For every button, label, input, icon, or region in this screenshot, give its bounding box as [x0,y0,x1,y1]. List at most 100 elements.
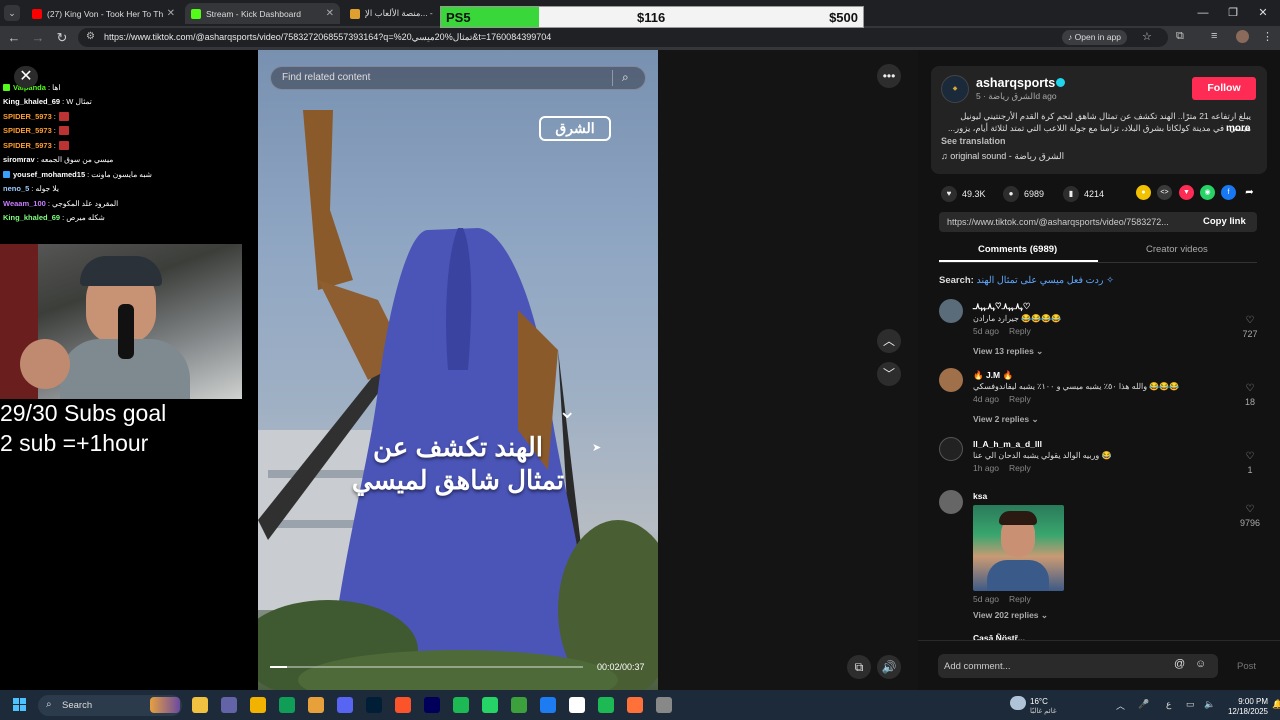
reload-icon[interactable]: ↻ [54,30,70,46]
tab-creator-videos[interactable]: Creator videos [1146,244,1208,255]
open-in-app-button[interactable]: ♪ Open in app [1062,30,1127,45]
comment-username[interactable]: ﮩ٨ـﮩﮩ٨ـ♡ﮩ٨ـﮩﮩ٨ـ♡ [973,301,1030,312]
more-link[interactable]: more [1226,123,1250,134]
close-tab-icon[interactable]: ✕ [167,8,175,19]
chat-username[interactable]: King_khaled_69 [3,97,60,106]
taskbar-app-icon[interactable] [540,697,556,713]
taskbar-app-icon[interactable] [221,697,237,713]
reply-button[interactable]: Reply [1009,594,1031,604]
taskbar-app-icon[interactable] [395,697,411,713]
channel-avatar[interactable]: ◆ [941,75,969,103]
chat-username[interactable]: SPIDER_5973 [3,141,52,150]
picture-in-picture-icon[interactable]: ⧉ [847,655,871,679]
back-icon[interactable]: ← [6,30,22,46]
share-link-text[interactable]: https://www.tiktok.com/@asharqsports/vid… [947,217,1169,227]
reading-list-icon[interactable]: ≡ [1211,30,1217,42]
reply-button[interactable]: Reply [1009,326,1031,336]
reply-button[interactable]: Reply [1009,463,1031,473]
volume-icon[interactable]: 🔊 [877,655,901,679]
bookmark-star-icon[interactable]: ☆ [1142,30,1152,43]
comment-like-icon[interactable]: ♡ [1240,383,1260,394]
view-replies-link[interactable]: View 2 replies ⌄ [973,414,1039,425]
view-replies-link[interactable]: View 202 replies ⌄ [973,610,1048,621]
chat-username[interactable]: King_khaled_69 [3,213,60,222]
share-arrow-icon[interactable]: ➦ [1242,185,1257,200]
video-player[interactable] [258,50,658,690]
close-window-icon[interactable]: ✕ [1248,4,1278,22]
taskbar-app-icon[interactable] [569,697,585,713]
coin-icon[interactable]: ● [1136,185,1151,200]
maximize-icon[interactable]: ❐ [1218,4,1248,22]
comment-image[interactable] [973,505,1064,591]
comment-username[interactable]: 🔥 J.M 🔥 [973,370,1013,381]
show-hidden-icons-icon[interactable]: ︿ [1116,699,1125,712]
reply-button[interactable]: Reply [1009,394,1031,404]
mention-icon[interactable]: @ [1174,658,1185,670]
profile-avatar[interactable] [1236,30,1249,43]
speaker-icon[interactable]: 🔈 [1204,699,1215,710]
input-language-icon[interactable]: ع [1166,699,1171,710]
taskbar-app-icon[interactable] [337,697,353,713]
view-replies-link[interactable]: View 13 replies ⌄ [973,346,1043,357]
taskbar-date[interactable]: 12/18/2025 [1223,707,1268,716]
like-count[interactable]: ♥ 49.3K [941,186,986,202]
weather-temp[interactable]: 16°C [1030,697,1048,706]
tab-comments[interactable]: Comments (6989) [978,244,1057,255]
chat-username[interactable]: yousef_mohamed15 [13,170,85,179]
comment-username[interactable]: ll_A_h_m_a_d_lll [973,439,1042,449]
comment-avatar[interactable] [939,299,963,323]
windows-start-icon[interactable] [13,698,27,712]
taskbar-app-icon[interactable] [598,697,614,713]
copy-link-button[interactable]: Copy link [1203,216,1246,227]
comment-count[interactable]: ● 6989 [1003,186,1044,202]
taskbar-app-icon[interactable] [511,697,527,713]
chat-username[interactable]: SPIDER_5973 [3,112,52,121]
channel-name[interactable]: asharqsports [976,76,1055,90]
taskbar-app-icon[interactable] [279,697,295,713]
facebook-icon[interactable]: f [1221,185,1236,200]
browser-tab-youtube[interactable]: (27) King Von - Took Her To The O ✕ [26,3,181,24]
taskbar-time[interactable]: 9:00 PM [1223,697,1268,706]
follow-button[interactable]: Follow [1192,77,1256,100]
emoji-icon[interactable]: ☺ [1195,658,1206,670]
browser-menu-icon[interactable]: ⋮ [1262,30,1273,43]
chat-username[interactable]: Weaam_100 [3,199,46,208]
see-translation-link[interactable]: See translation [941,136,1006,146]
close-video-icon[interactable]: ✕ [14,66,38,88]
sound-link[interactable]: ♫ original sound - الشرق رياضة [941,151,1064,162]
browser-tab-kick[interactable]: Stream - Kick Dashboard ✕ [185,3,340,24]
taskbar-app-icon[interactable] [366,697,382,713]
browser-tab-games[interactable]: منصة الألعاب الإ... - Ja [344,3,440,24]
comment-avatar[interactable] [939,490,963,514]
chat-username[interactable]: SPIDER_5973 [3,126,52,135]
comment-like-icon[interactable]: ♡ [1240,451,1260,462]
microphone-icon[interactable]: 🎤 [1138,699,1149,710]
taskbar-app-icon[interactable] [308,697,324,713]
send-to-friends-icon[interactable]: ▼ [1179,185,1194,200]
comment-username[interactable]: ksa [973,491,987,501]
forward-icon[interactable]: → [30,30,46,46]
comment-search-suggestion[interactable]: Search: ردت فعل ميسي على تمثال الهند ✧ [939,275,1114,286]
close-tab-icon[interactable]: ✕ [326,8,334,19]
comment-avatar[interactable] [939,437,963,461]
extensions-icon[interactable]: ⧉ [1176,30,1184,43]
tab-search-icon[interactable]: ⌄ [4,5,20,21]
comment-like-icon[interactable]: ♡ [1240,504,1260,515]
notifications-icon[interactable]: 🔔 [1272,699,1280,710]
taskbar-app-icon[interactable] [656,697,672,713]
post-comment-button[interactable]: Post [1237,661,1256,672]
comment-avatar[interactable] [939,368,963,392]
save-count[interactable]: ▮ 4214 [1063,186,1104,202]
comment-like-icon[interactable]: ♡ [1240,315,1260,326]
taskbar-app-icon[interactable] [424,697,440,713]
chat-username[interactable]: siromrav [3,155,35,164]
more-options-icon[interactable]: ••• [877,64,901,88]
taskbar-app-icon[interactable] [250,697,266,713]
previous-video-icon[interactable]: ︿ [877,329,901,353]
weather-cloud-icon[interactable] [1010,696,1026,710]
minimize-icon[interactable]: — [1188,4,1218,22]
video-progress-track[interactable] [270,666,583,668]
taskbar-app-icon[interactable] [482,697,498,713]
next-video-icon[interactable]: ﹀ [877,362,901,386]
search-icon[interactable]: ⌕ [622,70,629,85]
